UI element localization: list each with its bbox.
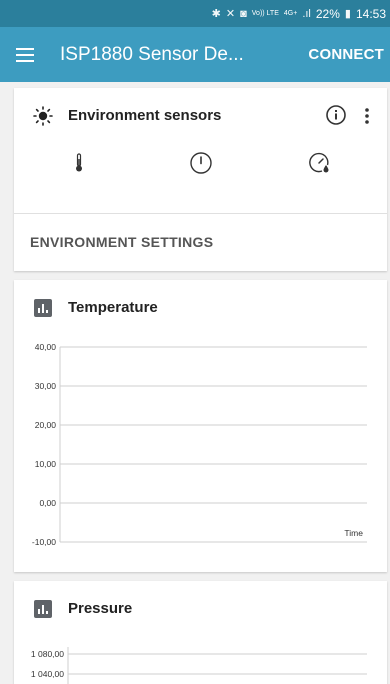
environment-settings-button[interactable]: ENVIRONMENT SETTINGS	[14, 214, 387, 271]
compass-icon[interactable]	[188, 150, 214, 176]
environment-card-header: Environment sensors	[14, 88, 387, 144]
y-tick-label: 1 080,00	[31, 649, 64, 659]
clock: 14:53	[355, 6, 386, 21]
y-tick-label: 20,00	[35, 420, 57, 430]
volte-indicator: Vo)) LTE	[251, 10, 279, 17]
hamburger-icon	[16, 47, 34, 62]
temperature-card-title: Temperature	[68, 299, 158, 316]
pressure-card-title: Pressure	[68, 600, 133, 617]
temperature-card-header: Temperature	[14, 280, 387, 336]
bar-chart-icon	[32, 598, 54, 620]
pressure-gauge-icon[interactable]	[306, 150, 332, 176]
y-tick-label: 1 040,00	[31, 669, 64, 679]
environment-settings-label: ENVIRONMENT SETTINGS	[30, 234, 214, 250]
environment-sensors-card: Environment sensors ENVIRONMENT SETTINGS	[14, 88, 387, 271]
mute-icon: ✕	[225, 8, 236, 20]
pressure-chart: 1 080,00 1 040,00	[31, 647, 367, 684]
more-options-button[interactable]	[357, 104, 377, 128]
y-tick-label: 10,00	[35, 459, 57, 469]
temperature-chart: 40,00 30,00 20,00 10,00 0,00 -10,00 Time	[32, 342, 367, 547]
more-vert-icon	[365, 108, 369, 124]
battery-icon: ▮	[344, 8, 351, 20]
temperature-card: Temperature 40,00 30,00 20,00 10,00 0,00 -10,…	[14, 280, 387, 572]
y-tick-label: 0,00	[39, 498, 56, 508]
network-type-indicator: 4G+	[283, 10, 298, 17]
info-button[interactable]	[325, 104, 349, 128]
battery-percent: 22%	[315, 6, 340, 21]
x-axis-label: Time	[344, 528, 363, 538]
bar-chart-icon	[32, 297, 54, 319]
status-bar: ✱ ✕ ◙ Vo)) LTE 4G+ .ıl 22% ▮ 14:53	[0, 0, 390, 27]
pressure-card-header: Pressure	[14, 581, 387, 637]
menu-button[interactable]	[0, 27, 50, 82]
sensor-icons-row	[14, 150, 387, 180]
app-title: ISP1880 Sensor De...	[60, 43, 244, 65]
sun-icon	[32, 105, 54, 127]
bluetooth-icon: ✱	[211, 8, 221, 20]
y-tick-label: 40,00	[35, 342, 57, 352]
connect-button[interactable]: CONNECT	[308, 27, 384, 82]
pressure-card: Pressure 1 080,00 1 040,00	[14, 581, 387, 684]
thermometer-icon[interactable]	[66, 150, 92, 176]
environment-card-title: Environment sensors	[68, 107, 222, 124]
signal-icon: .ıl	[302, 7, 311, 20]
alarm-icon: ◙	[240, 7, 247, 20]
app-bar: ISP1880 Sensor De... CONNECT	[0, 27, 390, 82]
info-icon	[326, 105, 346, 125]
y-tick-label: -10,00	[32, 537, 56, 547]
y-tick-label: 30,00	[35, 381, 57, 391]
